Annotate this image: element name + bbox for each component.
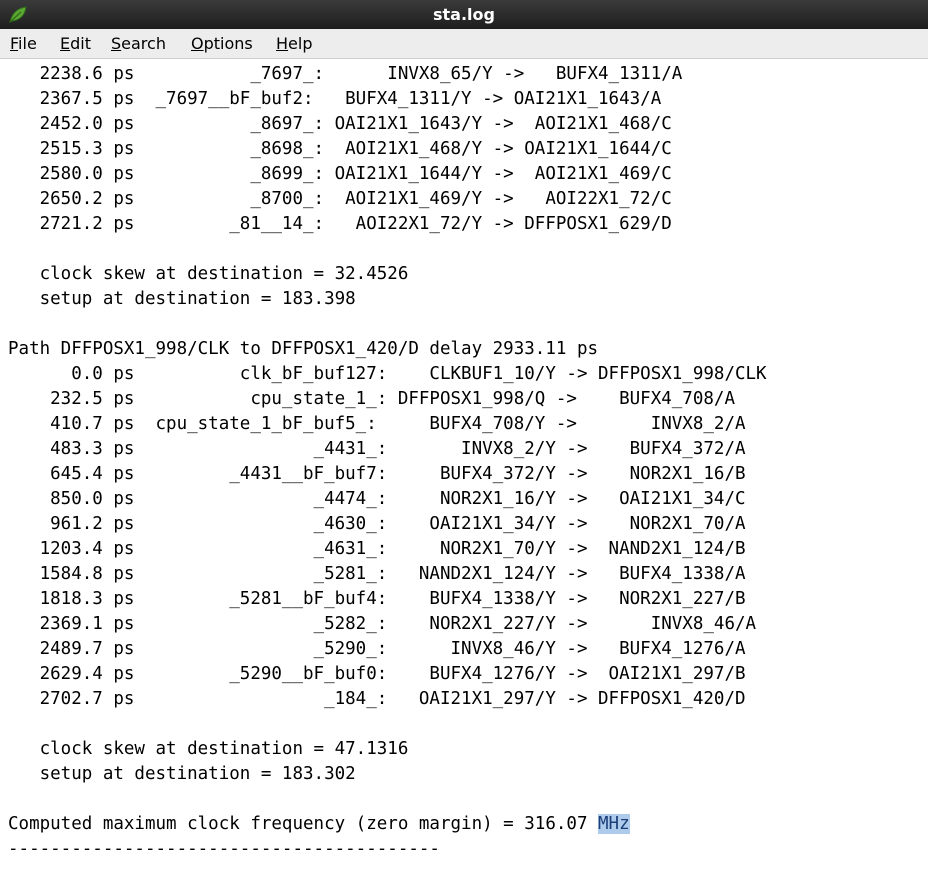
log-line: 2367.5 ps _7697__bF_buf2: BUFX4_1311/Y -… — [8, 89, 662, 109]
menu-mnemonic: H — [276, 34, 289, 53]
menu-label-rest: dit — [70, 34, 91, 53]
log-line: 2452.0 ps _8697_: OAI21X1_1643/Y -> AOI2… — [8, 114, 672, 134]
title-bar: sta.log — [0, 0, 928, 29]
log-line: 2650.2 ps _8700_: AOI21X1_469/Y -> AOI22… — [8, 189, 672, 209]
menu-file[interactable]: File — [10, 34, 37, 53]
log-line: 961.2 ps _4630_: OAI21X1_34/Y -> NOR2X1_… — [8, 514, 746, 534]
log-line: 2238.6 ps _7697_: INVX8_65/Y -> BUFX4_13… — [8, 64, 683, 84]
log-text-area[interactable]: 2238.6 ps _7697_: INVX8_65/Y -> BUFX4_13… — [0, 59, 928, 890]
log-line: clock skew at destination = 32.4526 — [8, 264, 409, 284]
log-line: 1584.8 ps _5281_: NAND2X1_124/Y -> BUFX4… — [8, 564, 746, 584]
log-line: 2580.0 ps _8699_: OAI21X1_1644/Y -> AOI2… — [8, 164, 672, 184]
window-title: sta.log — [433, 5, 495, 24]
log-line: 1818.3 ps _5281__bF_buf4: BUFX4_1338/Y -… — [8, 589, 746, 609]
log-line: 2702.7 ps _184_: OAI21X1_297/Y -> DFFPOS… — [8, 689, 746, 709]
log-line: 2369.1 ps _5282_: NOR2X1_227/Y -> INVX8_… — [8, 614, 757, 634]
result-line: Computed maximum clock frequency (zero m… — [8, 812, 630, 837]
scroll-cutoff — [0, 59, 928, 63]
log-line: setup at destination = 183.302 — [8, 764, 356, 784]
log-line: 0.0 ps clk_bF_buf127: CLKBUF1_10/Y -> DF… — [8, 364, 767, 384]
log-line: 410.7 ps cpu_state_1_bF_buf5_: BUFX4_708… — [8, 414, 746, 434]
separator-line: ----------------------------------------… — [8, 839, 440, 859]
log-line: 2721.2 ps _81__14_: AOI22X1_72/Y -> DFFP… — [8, 214, 672, 234]
menu-label-rest: ile — [18, 34, 37, 53]
log-line: 232.5 ps cpu_state_1_: DFFPOSX1_998/Q ->… — [8, 389, 735, 409]
result-text: Computed maximum clock frequency (zero m… — [8, 814, 599, 834]
menu-mnemonic: F — [10, 34, 19, 53]
log-line: setup at destination = 183.398 — [8, 289, 356, 309]
menu-label-rest: ptions — [203, 34, 253, 53]
log-line: 1203.4 ps _4631_: NOR2X1_70/Y -> NAND2X1… — [8, 539, 746, 559]
menu-mnemonic: E — [60, 34, 71, 53]
menu-mnemonic: S — [111, 34, 122, 53]
log-line: 2515.3 ps _8698_: AOI21X1_468/Y -> OAI21… — [8, 139, 672, 159]
menu-search[interactable]: Search — [111, 34, 166, 53]
log-line: clock skew at destination = 47.1316 — [8, 739, 409, 759]
menu-label-rest: earch — [121, 34, 166, 53]
menu-edit[interactable]: Edit — [60, 34, 91, 53]
log-line: 2629.4 ps _5290__bF_buf0: BUFX4_1276/Y -… — [8, 664, 746, 684]
log-line: 2489.7 ps _5290_: INVX8_46/Y -> BUFX4_12… — [8, 639, 746, 659]
log-line: 645.4 ps _4431__bF_buf7: BUFX4_372/Y -> … — [8, 464, 746, 484]
menu-label-rest: elp — [288, 34, 313, 53]
log-line: Path DFFPOSX1_998/CLK to DFFPOSX1_420/D … — [8, 339, 599, 359]
log-line: 850.0 ps _4474_: NOR2X1_16/Y -> OAI21X1_… — [8, 489, 746, 509]
menu-bar: File Edit Search Options Help — [0, 29, 928, 59]
log-line: 483.3 ps _4431_: INVX8_2/Y -> BUFX4_372/… — [8, 439, 746, 459]
menu-mnemonic: O — [191, 34, 204, 53]
menu-options[interactable]: Options — [191, 34, 253, 53]
selected-text[interactable]: MHz — [598, 814, 630, 834]
menu-help[interactable]: Help — [276, 34, 312, 53]
